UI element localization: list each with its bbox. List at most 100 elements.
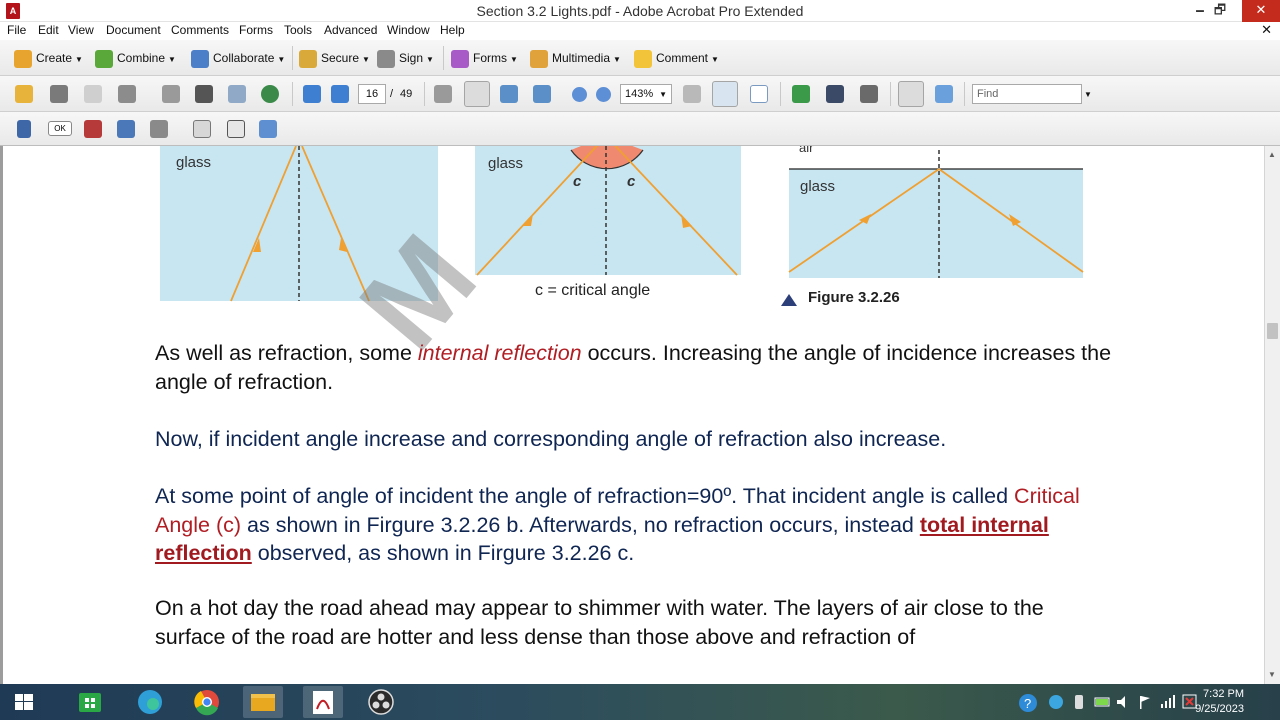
full-screen-icon[interactable] bbox=[935, 85, 953, 103]
storage-tray-icon[interactable] bbox=[1074, 694, 1084, 720]
help-tray-icon[interactable]: ? bbox=[1018, 693, 1038, 720]
critical-angle-left-label: c bbox=[573, 173, 582, 190]
acrobat-icon[interactable] bbox=[303, 686, 343, 718]
email-icon[interactable] bbox=[228, 85, 246, 103]
scanner-icon[interactable] bbox=[118, 85, 136, 103]
restore-button[interactable]: 🗗 bbox=[1206, 0, 1234, 22]
scroll-up-arrow-icon[interactable]: ▲ bbox=[1268, 150, 1276, 159]
page-number-input[interactable]: 16 bbox=[358, 84, 386, 104]
print-icon[interactable] bbox=[50, 85, 68, 103]
panel-b-incident-ray bbox=[476, 146, 598, 276]
fit-width-icon[interactable] bbox=[712, 81, 738, 107]
find-options-chevron-icon[interactable]: ▼ bbox=[1084, 85, 1092, 105]
multimedia-icon bbox=[530, 49, 548, 68]
p1-emphasis: internal reflection bbox=[417, 341, 582, 365]
close-button[interactable]: ✕ bbox=[1242, 0, 1280, 22]
hand-tool-icon[interactable] bbox=[464, 81, 490, 107]
select-text-icon[interactable] bbox=[434, 85, 452, 103]
comment-button[interactable]: Comment ▼ bbox=[634, 48, 719, 68]
zoom-select[interactable]: 143% ▼ bbox=[620, 84, 672, 104]
p3-text-b: as shown in Firgure 3.2.26 b. Afterwards… bbox=[241, 512, 920, 537]
page-separator: / bbox=[390, 88, 394, 100]
link-tool-icon[interactable] bbox=[84, 120, 102, 138]
combine-icon bbox=[95, 49, 113, 68]
snapshot-icon[interactable] bbox=[860, 85, 878, 103]
lock-icon bbox=[299, 49, 317, 68]
figure-caption-triangle bbox=[781, 294, 797, 306]
windows-start-icon[interactable] bbox=[4, 686, 44, 718]
menu-help[interactable]: Help bbox=[440, 23, 465, 37]
combine-button[interactable]: Combine ▼ bbox=[95, 48, 176, 68]
sign-button[interactable]: Sign ▼ bbox=[377, 48, 434, 68]
menu-forms[interactable]: Forms bbox=[239, 23, 273, 37]
globe-icon[interactable] bbox=[261, 85, 279, 103]
window-title: Section 3.2 Lights.pdf - Adobe Acrobat P… bbox=[476, 3, 804, 19]
comment-icon bbox=[634, 49, 652, 68]
menu-file[interactable]: File bbox=[7, 23, 26, 37]
binoculars-icon[interactable] bbox=[195, 85, 213, 103]
actual-size-icon[interactable] bbox=[683, 85, 701, 103]
panel-c-reflected-ray bbox=[938, 168, 1084, 273]
network-icon[interactable] bbox=[1160, 695, 1176, 720]
ok-button-tool-icon[interactable]: OK bbox=[48, 121, 72, 136]
next-page-icon[interactable] bbox=[331, 85, 349, 103]
document-close-button[interactable]: ✕ bbox=[1261, 22, 1272, 38]
image-tool-icon[interactable] bbox=[227, 120, 245, 138]
marquee-zoom-icon[interactable] bbox=[500, 85, 518, 103]
flag-icon[interactable] bbox=[1138, 695, 1152, 720]
previous-page-icon[interactable] bbox=[303, 85, 321, 103]
presentation-icon[interactable] bbox=[792, 85, 810, 103]
document-view[interactable]: glass glass air glass c c c = critical a… bbox=[0, 146, 1264, 684]
menu-advanced[interactable]: Advanced bbox=[324, 23, 377, 37]
volume-icon[interactable] bbox=[1116, 695, 1132, 720]
collaborate-button[interactable]: Collaborate ▼ bbox=[191, 48, 285, 68]
fit-page-icon[interactable] bbox=[750, 85, 768, 103]
edge-tray-icon[interactable] bbox=[1048, 694, 1064, 720]
vertical-scrollbar[interactable]: ▲ ▼ bbox=[1264, 146, 1280, 684]
find-input[interactable]: Find bbox=[972, 84, 1082, 104]
p3-text-c: observed, as shown in Firgure 3.2.26 c. bbox=[251, 541, 635, 565]
scroll-thumb[interactable] bbox=[1267, 323, 1278, 339]
store-icon[interactable] bbox=[70, 686, 110, 718]
panel-a-incident-ray bbox=[230, 146, 297, 302]
forms-button[interactable]: Forms ▼ bbox=[451, 48, 518, 68]
edge-icon[interactable] bbox=[130, 686, 170, 718]
select-object-icon[interactable] bbox=[17, 120, 31, 138]
shape-tool-icon[interactable] bbox=[826, 85, 844, 103]
multimedia-button[interactable]: Multimedia ▼ bbox=[530, 48, 621, 68]
forms-icon bbox=[451, 49, 469, 68]
text-field-icon[interactable] bbox=[193, 120, 211, 138]
zoom-value: 143% bbox=[625, 88, 654, 100]
system-clock[interactable]: 7:32 PM 9/25/2023 bbox=[1195, 687, 1244, 717]
panel-b-arrow-2 bbox=[681, 214, 692, 228]
obs-icon[interactable] bbox=[361, 686, 401, 718]
crop-icon[interactable] bbox=[117, 120, 135, 138]
menu-document[interactable]: Document bbox=[106, 23, 161, 37]
read-mode-icon[interactable] bbox=[898, 81, 924, 107]
open-folder-icon[interactable] bbox=[15, 85, 33, 103]
attach-icon[interactable] bbox=[162, 85, 180, 103]
secure-button[interactable]: Secure ▼ bbox=[299, 48, 370, 68]
zoom-in-icon[interactable] bbox=[596, 87, 611, 102]
title-bar: A Section 3.2 Lights.pdf - Adobe Acrobat… bbox=[0, 0, 1280, 22]
zoom-out-icon[interactable] bbox=[572, 87, 587, 102]
page-total: 49 bbox=[400, 88, 413, 100]
save-icon[interactable] bbox=[84, 85, 102, 103]
edit-form-icon[interactable] bbox=[259, 120, 277, 138]
zoom-icon[interactable] bbox=[533, 85, 551, 103]
p1-text-a: As well as refraction, some bbox=[155, 341, 418, 365]
menu-view[interactable]: View bbox=[68, 23, 94, 37]
file-explorer-icon[interactable] bbox=[243, 686, 283, 718]
p3-text-a: At some point of angle of incident the a… bbox=[155, 484, 1015, 508]
attachment-tool-icon[interactable] bbox=[150, 120, 168, 138]
scroll-down-arrow-icon[interactable]: ▼ bbox=[1268, 670, 1276, 679]
menu-tools[interactable]: Tools bbox=[284, 23, 312, 37]
menu-edit[interactable]: Edit bbox=[38, 23, 59, 37]
taskbar: ? 7:32 PM 9/25/2023 bbox=[0, 684, 1280, 720]
menu-comments[interactable]: Comments bbox=[171, 23, 229, 37]
multimedia-label: Multimedia bbox=[552, 51, 611, 65]
battery-icon[interactable] bbox=[1094, 695, 1112, 720]
chrome-icon[interactable] bbox=[187, 686, 227, 718]
menu-window[interactable]: Window bbox=[387, 23, 430, 37]
create-button[interactable]: Create ▼ bbox=[14, 48, 83, 68]
